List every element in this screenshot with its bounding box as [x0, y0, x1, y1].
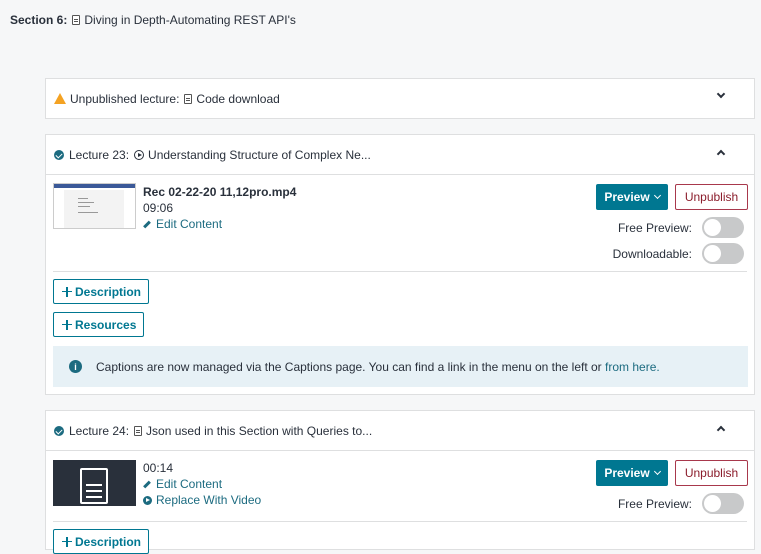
check-circle-icon: [54, 149, 64, 160]
pencil-icon: [143, 480, 151, 488]
item-duration: 00:14: [143, 461, 174, 475]
unpublish-button[interactable]: Unpublish: [675, 460, 748, 486]
add-resources-button[interactable]: Resources: [53, 312, 145, 337]
chevron-down-icon[interactable]: [716, 89, 726, 99]
chevron-up-icon[interactable]: [716, 149, 726, 159]
video-duration: 09:06: [143, 201, 174, 215]
section-label: Section 6:: [10, 13, 68, 27]
preview-button[interactable]: Preview: [596, 184, 668, 210]
replace-with-video-link[interactable]: Replace With Video: [143, 492, 261, 508]
free-preview-toggle[interactable]: [702, 217, 744, 238]
chevron-up-icon[interactable]: [716, 425, 726, 435]
unpublish-button[interactable]: Unpublish: [675, 184, 748, 210]
lecture-title: Json used in this Section with Queries t…: [146, 423, 373, 438]
file-icon: [184, 93, 193, 104]
play-circle-icon: [134, 149, 145, 160]
free-preview-toggle[interactable]: [702, 493, 744, 514]
lecture-title: Understanding Structure of Complex Ne...: [148, 147, 371, 162]
lecture-title: Code download: [196, 91, 280, 106]
description-label: Description: [75, 284, 142, 299]
preview-label: Preview: [604, 466, 650, 480]
lecture-label: Lecture 23:: [69, 147, 130, 162]
info-icon: i: [69, 360, 82, 373]
add-description-button[interactable]: Description: [53, 529, 150, 554]
chevron-down-icon: [653, 467, 661, 476]
captions-info-banner: i Captions are now managed via the Capti…: [53, 346, 748, 387]
lecture-23-card: Lecture 23: Understanding Structure of C…: [45, 134, 755, 395]
document-icon: [80, 468, 108, 504]
add-description-button[interactable]: Description: [53, 279, 150, 304]
downloadable-toggle[interactable]: [702, 243, 744, 264]
pencil-icon: [143, 220, 151, 228]
description-label: Description: [75, 534, 142, 549]
captions-link[interactable]: from here.: [605, 360, 660, 374]
file-icon: [72, 15, 81, 25]
play-circle-icon: [143, 495, 152, 505]
section-name: Diving in Depth-Automating REST API's: [84, 13, 296, 27]
file-icon: [134, 425, 143, 436]
free-preview-label: Free Preview:: [617, 220, 692, 235]
preview-button[interactable]: Preview: [596, 460, 668, 486]
lecture-status: Unpublished lecture:: [70, 91, 180, 106]
edit-content-label: Edit Content: [156, 477, 223, 491]
unpublished-lecture-card[interactable]: Unpublished lecture: Code download: [45, 78, 755, 119]
edit-content-label: Edit Content: [156, 217, 223, 231]
video-filename: Rec 02-22-20 11,12pro.mp4: [143, 185, 297, 199]
free-preview-label: Free Preview:: [617, 496, 692, 511]
resources-label: Resources: [75, 317, 137, 332]
plus-icon: [62, 536, 72, 547]
warning-icon: [54, 93, 66, 104]
downloadable-label: Downloadable:: [612, 246, 692, 261]
check-circle-icon: [54, 425, 64, 436]
preview-label: Preview: [604, 190, 650, 204]
edit-content-link[interactable]: Edit Content: [143, 216, 296, 232]
chevron-down-icon: [653, 191, 661, 200]
plus-icon: [62, 319, 72, 330]
video-thumbnail[interactable]: [53, 183, 136, 229]
replace-with-video-label: Replace With Video: [156, 493, 262, 507]
edit-content-link[interactable]: Edit Content: [143, 476, 261, 492]
document-thumbnail[interactable]: [53, 460, 136, 506]
info-text: Captions are now managed via the Caption…: [96, 359, 606, 374]
lecture-24-card: Lecture 24: Json used in this Section wi…: [45, 410, 755, 554]
captions-info-text: Captions are now managed via the Caption…: [96, 360, 660, 374]
lecture-label: Lecture 24:: [69, 423, 130, 438]
section-title: Section 6: Diving in Depth-Automating RE…: [10, 13, 296, 27]
plus-icon: [62, 286, 72, 297]
